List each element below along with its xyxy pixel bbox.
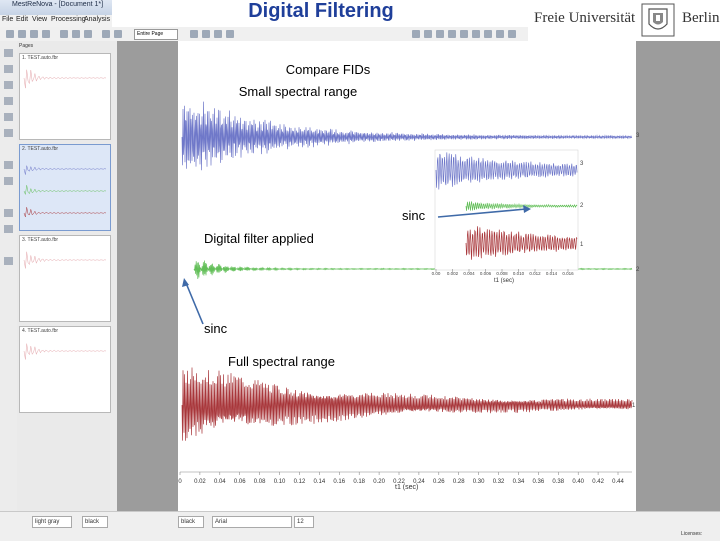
time-tick-label: 0.26 bbox=[433, 479, 445, 485]
font-size-select[interactable]: 12 bbox=[294, 516, 314, 528]
inset-tick-label: 0.004 bbox=[463, 271, 475, 276]
inset-trace-number-label: 3 bbox=[580, 161, 584, 167]
time-tick-label: 0 bbox=[178, 479, 182, 485]
inset-tick-label: 0.008 bbox=[496, 271, 508, 276]
time-tick-label: 0.14 bbox=[314, 479, 326, 485]
line-color-select[interactable]: black bbox=[178, 516, 204, 528]
licenses-label: Licenses: bbox=[681, 531, 703, 537]
inset-plot: 3 2 1 0.00 0.002 0.004 0.006 0.008 0.010 0.012 0.0… bbox=[432, 149, 584, 276]
caption-sinc-left: sinc bbox=[204, 321, 228, 336]
caption-digital-filter: Digital filter applied bbox=[204, 231, 314, 246]
inset-tick-label: 0.014 bbox=[546, 271, 558, 276]
time-tick-label: 0.32 bbox=[493, 479, 505, 485]
thumbnail-trace bbox=[23, 343, 107, 360]
inset-trace-number-label: 1 bbox=[580, 242, 584, 248]
time-tick-label: 0.36 bbox=[533, 479, 545, 485]
time-tick-label: 0.28 bbox=[453, 479, 465, 485]
trace-number-label: 2 bbox=[636, 267, 640, 273]
trace-full-spectral-range bbox=[181, 367, 633, 441]
thumbnail-trace bbox=[23, 207, 107, 218]
inset-tick-label: 0.012 bbox=[529, 271, 541, 276]
sinc-arrow-left bbox=[185, 282, 204, 325]
border-color-select[interactable]: black bbox=[82, 516, 108, 528]
thumbnail-trace bbox=[23, 251, 107, 269]
time-tick-label: 0.04 bbox=[214, 479, 226, 485]
time-tick-label: 0.06 bbox=[234, 479, 246, 485]
thumbnail-trace bbox=[23, 165, 107, 175]
inset-tick-label: 0.006 bbox=[480, 271, 492, 276]
trace-number-label: 3 bbox=[636, 133, 640, 139]
fill-color-select[interactable]: light gray bbox=[32, 516, 72, 528]
time-tick-label: 0.40 bbox=[572, 479, 584, 485]
inset-tick-label: 0.016 bbox=[562, 271, 574, 276]
time-tick-label: 0.38 bbox=[552, 479, 564, 485]
time-axis-label: t1 (sec) bbox=[395, 484, 419, 491]
fid-plot: 3 2 1 3 2 1 0.00 0.002 0.004 0.006 0.008 0.010 0.01… bbox=[23, 69, 640, 485]
font-family-select[interactable]: Arial bbox=[212, 516, 292, 528]
thumbnail-trace bbox=[23, 69, 107, 89]
caption-full-spectral-range: Full spectral range bbox=[228, 354, 335, 369]
time-tick-label: 0.18 bbox=[353, 479, 365, 485]
time-tick-label: 0.16 bbox=[333, 479, 345, 485]
inset-axis-label: t1 (sec) bbox=[494, 278, 515, 284]
caption-sinc-top: sinc bbox=[402, 208, 426, 223]
inset-tick-label: 0.010 bbox=[513, 271, 525, 276]
time-tick-label: 0.44 bbox=[612, 479, 624, 485]
inset-trace-number-label: 2 bbox=[580, 203, 584, 209]
time-tick-label: 0.34 bbox=[513, 479, 525, 485]
inset-tick-label: 0.00 bbox=[432, 271, 441, 276]
time-tick-label: 0.42 bbox=[592, 479, 604, 485]
caption-compare-fids: Compare FIDs bbox=[285, 62, 371, 77]
page-thumbnail-traces bbox=[23, 69, 107, 360]
inset-tick-label: 0.002 bbox=[447, 271, 459, 276]
time-tick-label: 0.08 bbox=[254, 479, 266, 485]
time-tick-label: 0.12 bbox=[294, 479, 306, 485]
time-tick-label: 0.10 bbox=[274, 479, 286, 485]
thumbnail-trace bbox=[23, 185, 107, 196]
time-tick-label: 0.30 bbox=[473, 479, 485, 485]
caption-small-spectral-range: Small spectral range bbox=[238, 84, 358, 99]
format-toolbar: light gray black black Arial 12 bbox=[0, 511, 720, 541]
time-tick-label: 0.02 bbox=[194, 479, 206, 485]
trace-number-label: 1 bbox=[632, 403, 636, 409]
time-tick-label: 0.20 bbox=[373, 479, 385, 485]
